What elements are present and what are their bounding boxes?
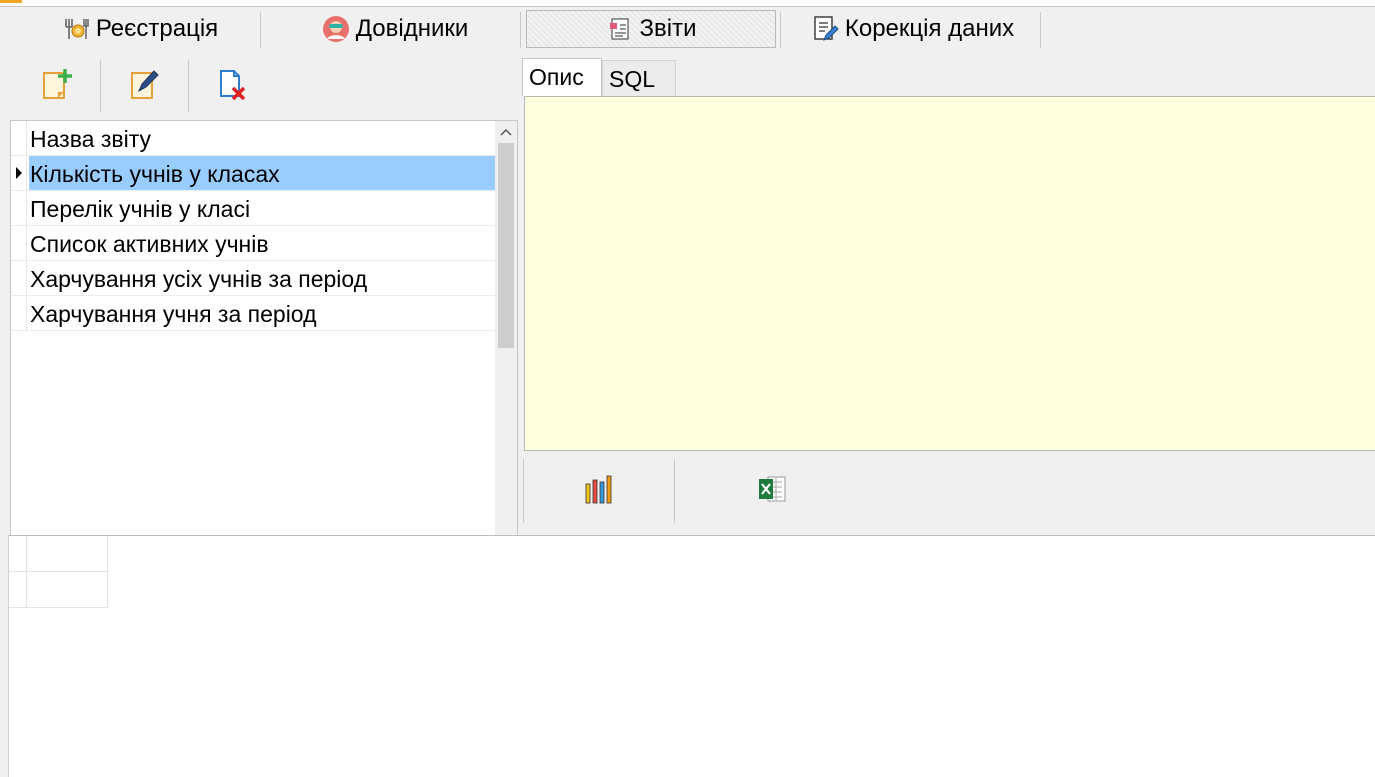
report-name-cell[interactable]: Кількість учнів у класах <box>29 156 495 190</box>
tab-separator <box>260 12 261 48</box>
reports-grid-scrollbar[interactable] <box>495 121 517 587</box>
current-row-arrow-icon <box>16 167 22 179</box>
tab-reports-label: Звіти <box>639 15 697 42</box>
table-row[interactable]: Кількість учнів у класах <box>11 156 495 191</box>
document-edit-icon <box>811 15 839 43</box>
table-row[interactable]: Харчування учня за період <box>11 296 495 331</box>
grid-header-cell[interactable] <box>27 536 108 572</box>
row-indicator <box>11 191 27 225</box>
report-icon <box>606 15 634 43</box>
grid-cell[interactable] <box>27 572 108 608</box>
scrollbar-thumb[interactable] <box>498 143 514 348</box>
tab-registration[interactable]: Реєстрація <box>40 10 240 48</box>
report-actions-bar <box>522 455 1375 527</box>
reports-toolbar <box>10 56 518 116</box>
cutlery-icon <box>62 15 90 43</box>
app-accent <box>0 0 22 3</box>
row-indicator <box>11 261 27 295</box>
row-indicator <box>11 156 27 190</box>
tab-data-correction[interactable]: Корекція даних <box>795 10 1030 48</box>
main-tab-bar: Реєстрація Довідники Звіти Корекція дани… <box>0 7 1375 53</box>
detail-tab-bar: Опис SQL <box>522 58 1375 96</box>
tab-description[interactable]: Опис <box>522 58 602 96</box>
toolbar-separator <box>188 60 189 112</box>
report-name-cell[interactable]: Харчування учня за період <box>29 296 495 330</box>
tab-separator <box>1040 12 1041 48</box>
report-description-memo[interactable] <box>524 96 1375 451</box>
report-name-cell[interactable]: Харчування усіх учнів за період <box>29 261 495 295</box>
build-report-button[interactable] <box>524 459 674 523</box>
tab-sql[interactable]: SQL <box>602 60 676 96</box>
reports-list-panel: Назва звіту Кількість учнів у класах Пер… <box>10 56 518 588</box>
excel-icon <box>756 474 788 509</box>
row-indicator <box>11 121 27 155</box>
report-results-grid[interactable] <box>8 535 1375 777</box>
scroll-up-icon[interactable] <box>495 121 517 143</box>
reports-grid: Назва звіту Кількість учнів у класах Пер… <box>10 120 518 588</box>
row-indicator <box>11 226 27 260</box>
tab-directories[interactable]: Довідники <box>300 10 490 48</box>
delete-report-button[interactable] <box>190 58 278 114</box>
tab-data-correction-label: Корекція даних <box>844 15 1015 42</box>
table-row[interactable]: Список активних учнів <box>11 226 495 261</box>
delete-document-icon <box>217 67 251 106</box>
add-report-button[interactable] <box>14 58 102 114</box>
report-name-cell[interactable]: Список активних учнів <box>29 226 495 260</box>
column-header-report-name[interactable]: Назва звіту <box>29 121 495 155</box>
edit-report-button[interactable] <box>102 58 190 114</box>
toolbar-separator <box>674 459 675 523</box>
row-indicator <box>9 536 27 572</box>
table-row[interactable]: Перелік учнів у класі <box>11 191 495 226</box>
report-name-cell[interactable]: Перелік учнів у класі <box>29 191 495 225</box>
tab-reports[interactable]: Звіти <box>526 10 776 48</box>
avatar-icon <box>322 15 350 43</box>
add-document-icon <box>41 67 75 106</box>
toolbar-separator <box>100 60 101 112</box>
tab-registration-label: Реєстрація <box>95 15 219 42</box>
tab-directories-label: Довідники <box>355 15 469 42</box>
chart-bars-icon <box>582 472 616 511</box>
tab-separator <box>780 12 781 48</box>
export-excel-button[interactable] <box>697 459 847 523</box>
edit-document-icon <box>129 67 163 106</box>
table-row[interactable]: Харчування усіх учнів за період <box>11 261 495 296</box>
tab-separator <box>520 12 521 48</box>
window-top-edge <box>0 0 1375 7</box>
row-indicator <box>11 296 27 330</box>
reports-grid-header: Назва звіту <box>11 121 495 156</box>
row-indicator <box>9 572 27 608</box>
